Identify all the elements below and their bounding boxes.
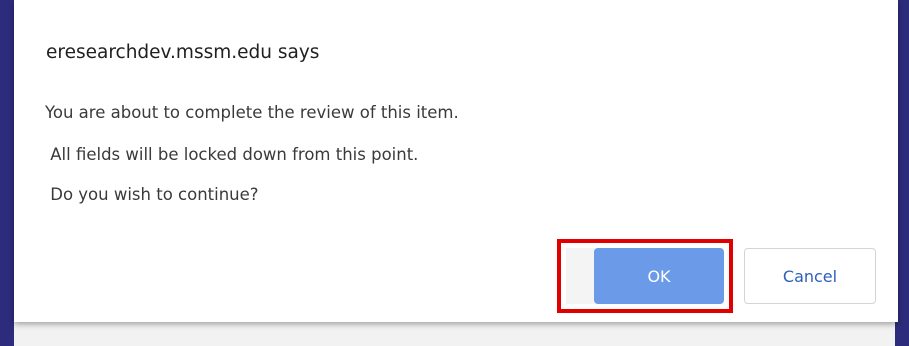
ok-button-edge [566,248,596,304]
underlying-page [14,322,895,346]
dialog-message-line-2: All fields will be locked down from this… [45,145,419,164]
cancel-button[interactable]: Cancel [744,248,876,304]
screen: eresearchdev.mssm.edu says You are about… [0,0,909,346]
dialog-message-line-3: Do you wish to continue? [45,185,259,204]
dialog-message-line-1: You are about to complete the review of … [45,103,459,122]
confirm-dialog: eresearchdev.mssm.edu says You are about… [14,0,898,322]
ok-button[interactable]: OK [594,248,724,304]
dialog-title: eresearchdev.mssm.edu says [46,42,320,63]
